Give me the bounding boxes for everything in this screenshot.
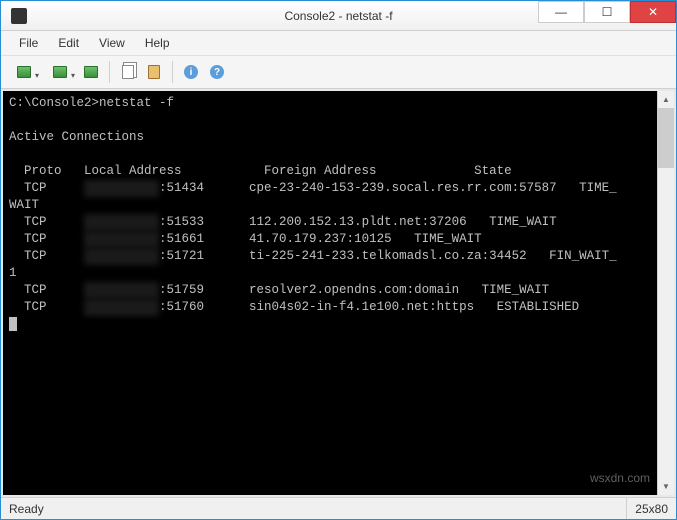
menu-edit[interactable]: Edit — [48, 34, 89, 52]
status-text: Ready — [9, 502, 626, 516]
app-icon — [11, 8, 27, 24]
scroll-down-arrow[interactable]: ▼ — [658, 478, 674, 495]
new-tab-button[interactable] — [7, 60, 41, 84]
help-icon: ? — [210, 65, 224, 79]
menu-view[interactable]: View — [89, 34, 135, 52]
monitor-icon — [84, 66, 98, 78]
copy-icon — [122, 65, 134, 79]
menu-file[interactable]: File — [9, 34, 48, 52]
titlebar: Console2 - netstat -f — ☐ ✕ — [1, 1, 676, 31]
paste-button[interactable] — [142, 60, 166, 84]
menubar: File Edit View Help — [1, 31, 676, 55]
tab-dropdown-button[interactable] — [43, 60, 77, 84]
vertical-scrollbar[interactable]: ▲ ▼ — [657, 91, 674, 495]
monitor-icon — [17, 66, 31, 78]
minimize-button[interactable]: — — [538, 1, 584, 23]
monitor-icon — [53, 66, 67, 78]
scroll-thumb[interactable] — [658, 108, 674, 168]
toolbar-separator — [172, 61, 173, 83]
maximize-button[interactable]: ☐ — [584, 1, 630, 23]
info-icon: i — [184, 65, 198, 79]
terminal-output[interactable]: C:\Console2>netstat -f Active Connection… — [3, 91, 674, 495]
window-controls: — ☐ ✕ — [538, 1, 676, 23]
terminal-container: C:\Console2>netstat -f Active Connection… — [1, 89, 676, 497]
scroll-up-arrow[interactable]: ▲ — [658, 91, 674, 108]
menu-help[interactable]: Help — [135, 34, 180, 52]
toolbar-separator — [109, 61, 110, 83]
status-dimensions: 25x80 — [626, 498, 668, 519]
close-button[interactable]: ✕ — [630, 1, 676, 23]
info-button[interactable]: i — [179, 60, 203, 84]
help-button[interactable]: ? — [205, 60, 229, 84]
window-title: Console2 - netstat -f — [284, 9, 392, 23]
statusbar: Ready 25x80 — [1, 497, 676, 519]
paste-icon — [148, 65, 160, 79]
copy-button[interactable] — [116, 60, 140, 84]
tab-button[interactable] — [79, 60, 103, 84]
toolbar: i ? — [1, 55, 676, 89]
